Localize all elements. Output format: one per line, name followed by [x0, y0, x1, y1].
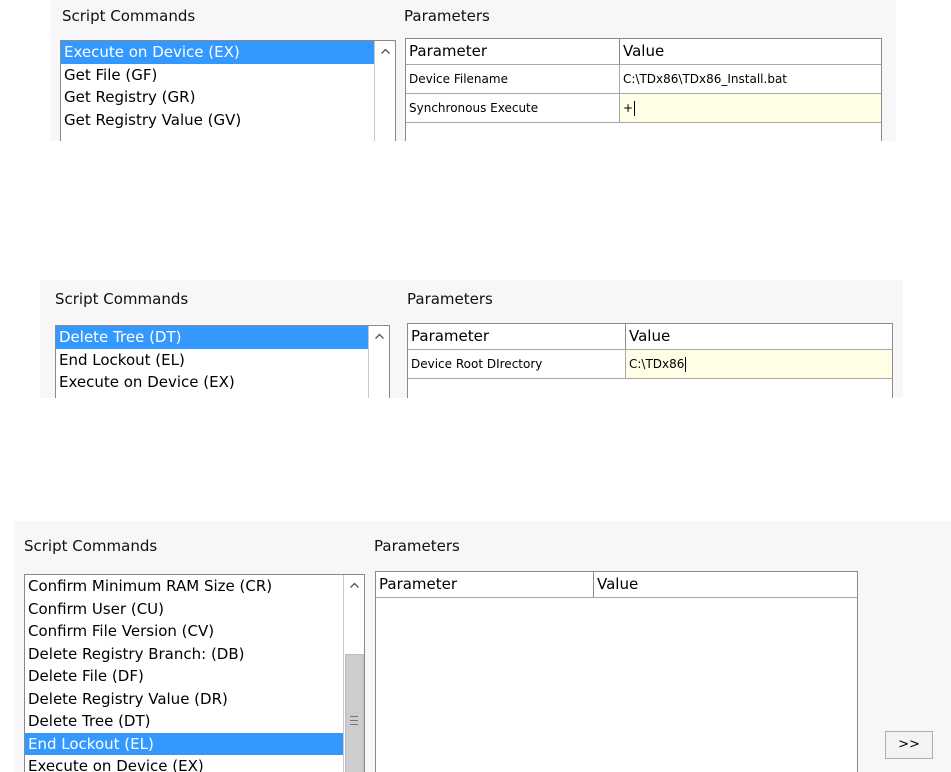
- script-commands-list[interactable]: Confirm Minimum RAM Size (CR) Confirm Us…: [24, 574, 365, 772]
- grip-icon: [350, 716, 358, 725]
- list-item[interactable]: Delete File (DF): [25, 665, 364, 688]
- parameter-name-cell: Device Root DIrectory: [411, 357, 543, 371]
- script-commands-heading: Script Commands: [55, 290, 189, 308]
- table-row: Device Filename C:\TDx86\TDx86_Install.b…: [406, 65, 881, 94]
- parameter-column-header[interactable]: Parameter: [408, 324, 625, 349]
- parameters-grid: Parameter Value Device Root DIrectory C:…: [407, 323, 893, 398]
- parameter-name-cell: Device Filename: [409, 72, 508, 86]
- parameter-value-editor[interactable]: C:\TDx86: [625, 350, 892, 378]
- parameter-value-cell[interactable]: C:\TDx86\TDx86_Install.bat: [619, 65, 881, 93]
- scroll-up-button[interactable]: [376, 42, 394, 60]
- parameter-column-header[interactable]: Parameter: [376, 572, 593, 597]
- list-item[interactable]: Get Registry (GR): [61, 86, 395, 109]
- list-item[interactable]: Get Registry Value (GV): [61, 109, 395, 132]
- list-item[interactable]: Confirm Minimum RAM Size (CR): [25, 575, 364, 598]
- script-editor-panel-3: Script Commands Parameters Confirm Minim…: [14, 521, 951, 772]
- grid-header: Parameter Value: [376, 572, 857, 598]
- list-item[interactable]: Delete Registry Value (DR): [25, 688, 364, 711]
- value-column-header[interactable]: Value: [593, 572, 857, 597]
- list-item[interactable]: Execute on Device (EX): [61, 41, 395, 64]
- parameter-column-header[interactable]: Parameter: [406, 39, 619, 64]
- list-item[interactable]: Confirm File Version (CV): [25, 620, 364, 643]
- list-item[interactable]: Execute on Device (EX): [25, 755, 364, 772]
- text-caret: [634, 101, 636, 116]
- add-command-button[interactable]: >>: [885, 731, 933, 759]
- script-editor-panel-1: Script Commands Parameters Execute on De…: [50, 0, 896, 141]
- list-item[interactable]: End Lockout (EL): [25, 732, 364, 755]
- grid-header: Parameter Value: [406, 39, 881, 65]
- script-editor-panel-2: Script Commands Parameters Delete Tree (…: [40, 280, 903, 398]
- chevron-up-icon: [374, 333, 384, 339]
- list-item[interactable]: Get File (GF): [61, 64, 395, 87]
- list-item[interactable]: End Lockout (EL): [56, 349, 389, 372]
- parameters-grid: Parameter Value: [375, 571, 858, 772]
- value-column-header[interactable]: Value: [619, 39, 881, 64]
- scroll-up-button[interactable]: [370, 327, 388, 345]
- list-item[interactable]: Delete Tree (DT): [25, 710, 364, 733]
- vertical-scrollbar[interactable]: [368, 326, 389, 398]
- chevron-up-icon: [349, 582, 359, 588]
- script-commands-list[interactable]: Execute on Device (EX) Get File (GF) Get…: [60, 40, 396, 141]
- script-commands-list[interactable]: Delete Tree (DT) End Lockout (EL) Execut…: [55, 325, 390, 398]
- script-commands-heading: Script Commands: [24, 537, 158, 555]
- parameter-value-text: +: [623, 101, 634, 115]
- table-row: Device Root DIrectory C:\TDx86: [408, 350, 892, 379]
- vertical-scrollbar[interactable]: [343, 575, 364, 772]
- chevron-up-icon: [380, 48, 390, 54]
- list-item[interactable]: Execute on Device (EX): [56, 371, 389, 394]
- script-commands-heading: Script Commands: [62, 7, 196, 25]
- parameters-grid: Parameter Value Device Filename C:\TDx86…: [405, 38, 882, 141]
- grid-header: Parameter Value: [408, 324, 892, 350]
- parameters-heading: Parameters: [407, 290, 493, 308]
- parameter-value-text: C:\TDx86: [629, 357, 685, 371]
- parameter-value-editor[interactable]: +: [619, 94, 881, 122]
- value-column-header[interactable]: Value: [625, 324, 892, 349]
- text-caret: [685, 357, 687, 372]
- list-item[interactable]: Confirm User (CU): [25, 598, 364, 621]
- parameters-heading: Parameters: [404, 7, 490, 25]
- vertical-scrollbar[interactable]: [374, 41, 395, 141]
- parameters-heading: Parameters: [374, 537, 460, 555]
- list-item[interactable]: Delete Registry Branch: (DB): [25, 643, 364, 666]
- scrollbar-thumb[interactable]: [345, 654, 364, 772]
- parameter-name-cell: Synchronous Execute: [409, 101, 539, 115]
- list-item[interactable]: Delete Tree (DT): [56, 326, 389, 349]
- scroll-up-button[interactable]: [345, 576, 363, 594]
- table-row: Synchronous Execute +: [406, 94, 881, 123]
